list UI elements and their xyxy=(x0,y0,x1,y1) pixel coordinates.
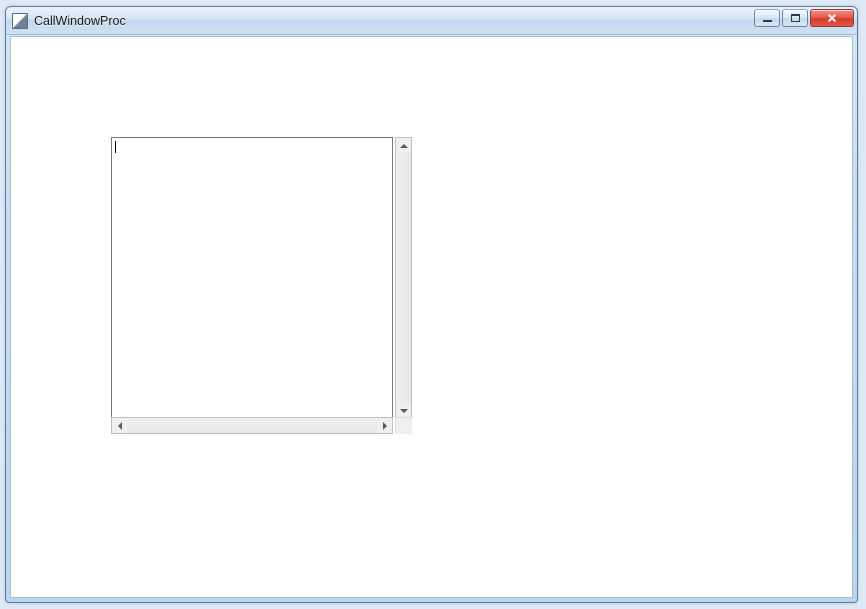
maximize-icon xyxy=(791,14,800,22)
vertical-scroll-track[interactable] xyxy=(396,153,411,403)
app-icon xyxy=(12,13,28,29)
window-title: CallWindowProc xyxy=(34,14,126,28)
chevron-up-icon xyxy=(400,140,408,148)
text-editor[interactable] xyxy=(111,137,393,419)
minimize-button[interactable] xyxy=(754,9,780,27)
maximize-button[interactable] xyxy=(782,9,808,27)
vertical-scrollbar[interactable] xyxy=(395,137,412,419)
scroll-up-button[interactable] xyxy=(396,138,411,153)
close-button[interactable] xyxy=(810,9,854,27)
text-caret xyxy=(115,141,116,153)
chevron-left-icon xyxy=(114,422,122,430)
text-editor-container xyxy=(111,137,412,434)
client-area xyxy=(10,36,853,598)
scrollbar-corner xyxy=(395,417,412,434)
app-window: CallWindowProc xyxy=(5,6,858,603)
close-icon xyxy=(826,12,838,24)
scroll-down-button[interactable] xyxy=(396,403,411,418)
scroll-left-button[interactable] xyxy=(112,418,127,433)
minimize-icon xyxy=(763,20,772,22)
title-bar[interactable]: CallWindowProc xyxy=(6,7,857,35)
chevron-down-icon xyxy=(400,409,408,417)
scroll-right-button[interactable] xyxy=(377,418,392,433)
horizontal-scrollbar[interactable] xyxy=(111,417,393,434)
window-controls xyxy=(754,9,854,27)
horizontal-scroll-track[interactable] xyxy=(127,418,377,433)
chevron-right-icon xyxy=(383,422,391,430)
